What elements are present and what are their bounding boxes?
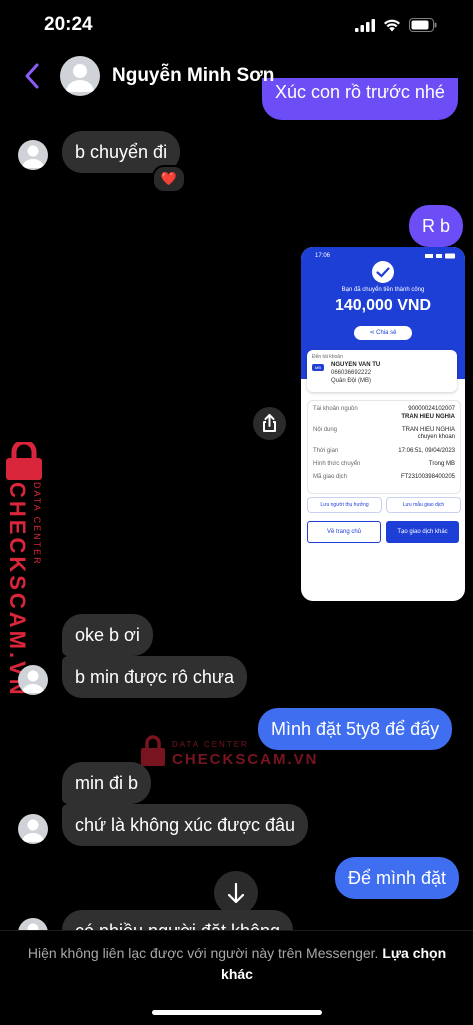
back-chevron-icon[interactable] bbox=[22, 62, 42, 90]
sender-avatar[interactable] bbox=[18, 665, 48, 695]
receipt-time: 17:06 bbox=[315, 253, 331, 259]
message-incoming[interactable]: oke b ơi bbox=[62, 614, 153, 656]
transfer-amount: 140,000 VND bbox=[334, 297, 432, 314]
contact-avatar[interactable] bbox=[60, 56, 100, 96]
status-time: 20:24 bbox=[44, 14, 93, 35]
recipient-card: Đến tài khoản MB NGUYEN VAN TU 066036692… bbox=[307, 350, 457, 392]
save-beneficiary-button[interactable]: Lưu người thụ hưởng bbox=[307, 497, 382, 513]
home-button[interactable]: Về trang chủ bbox=[307, 521, 381, 543]
signal-icon bbox=[355, 18, 375, 32]
bank-logo: MB bbox=[312, 364, 324, 371]
success-check-icon bbox=[372, 261, 394, 283]
contact-name[interactable]: Nguyễn Minh Sơn bbox=[112, 65, 274, 87]
share-image-button[interactable] bbox=[253, 407, 286, 440]
status-icons bbox=[355, 18, 437, 32]
sender-avatar[interactable] bbox=[18, 814, 48, 844]
message-outgoing[interactable]: Mình đặt 5ty8 để đấy bbox=[258, 708, 453, 750]
footer-notice: Hiện không liên lạc được với người này t… bbox=[27, 945, 447, 982]
watermark-vertical: CHECKSCAM.VN DATA CENTER bbox=[4, 439, 52, 698]
message-incoming[interactable]: b min được rô chưa bbox=[62, 656, 247, 698]
share-icon bbox=[263, 414, 276, 432]
new-transaction-button[interactable]: Tạo giao dịch khác bbox=[386, 521, 459, 543]
message-outgoing[interactable]: R b bbox=[409, 205, 464, 247]
receipt-status-icons bbox=[425, 253, 455, 259]
success-text: Bạn đã chuyển tiền thành công bbox=[341, 287, 425, 293]
watermark-brand: CHECKSCAM.VN bbox=[172, 751, 319, 768]
lock-logo-icon bbox=[141, 735, 165, 766]
scroll-to-bottom-button[interactable] bbox=[214, 871, 258, 915]
share-button[interactable]: ⋖ Chia sẻ bbox=[354, 326, 412, 340]
watermark-sub: DATA CENTER bbox=[172, 740, 249, 749]
transaction-details: Tài khoản nguồn 90000024102007 TRAN HIEU… bbox=[307, 400, 461, 494]
heart-reaction[interactable]: ❤️ bbox=[152, 165, 186, 193]
sender-avatar[interactable] bbox=[18, 140, 48, 170]
lock-logo-icon bbox=[6, 439, 42, 480]
message-incoming[interactable]: chứ là không xúc được đâu bbox=[62, 804, 309, 846]
home-indicator[interactable] bbox=[152, 1010, 322, 1015]
arrow-down-icon bbox=[227, 882, 245, 904]
message-outgoing[interactable]: Để mình đặt bbox=[335, 857, 460, 899]
battery-icon bbox=[409, 18, 437, 32]
transfer-receipt-image[interactable]: 17:06 Bạn đã chuyển tiền thành công 140,… bbox=[301, 247, 465, 601]
wifi-icon bbox=[384, 19, 400, 31]
save-template-button[interactable]: Lưu mẫu giao dịch bbox=[386, 497, 461, 513]
message-incoming[interactable]: min đi b bbox=[62, 762, 152, 804]
unavailable-footer: Hiện không liên lạc được với người này t… bbox=[0, 930, 473, 1025]
watermark-sub: DATA CENTER bbox=[32, 482, 42, 566]
